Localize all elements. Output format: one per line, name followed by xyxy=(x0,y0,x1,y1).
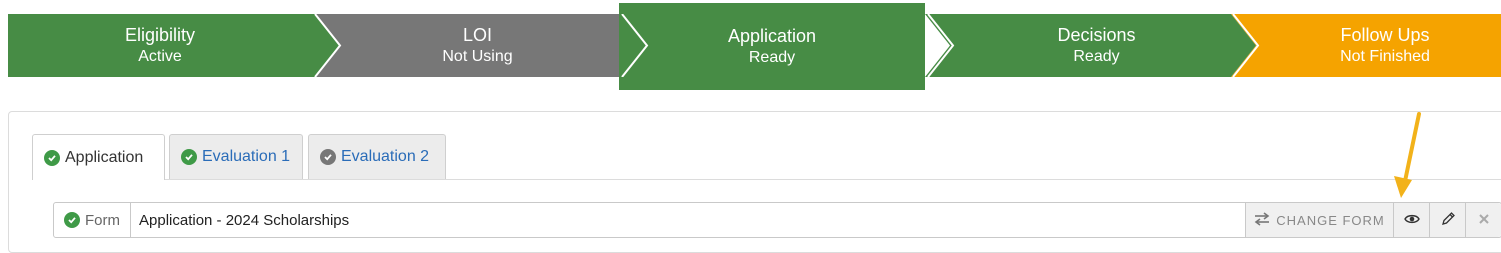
stage-status: Active xyxy=(138,47,182,65)
form-name: Application - 2024 Scholarships xyxy=(139,211,350,229)
stage-status: Not Finished xyxy=(1340,47,1430,65)
stage-status: Ready xyxy=(748,48,796,66)
eye-icon xyxy=(1403,213,1420,228)
form-selector: Form Application - 2024 Scholarships CHA… xyxy=(53,202,1501,238)
check-circle-icon xyxy=(181,149,197,165)
tab-label: Evaluation 2 xyxy=(341,148,430,165)
remove-form-button[interactable] xyxy=(1465,203,1501,237)
close-icon xyxy=(1478,213,1490,228)
stage-decisions[interactable]: Decisions Ready xyxy=(925,14,1256,77)
tab-label: Evaluation 1 xyxy=(202,148,291,165)
edit-form-button[interactable] xyxy=(1429,203,1465,237)
process-stages: Eligibility Active LOI Not Using Applica… xyxy=(0,0,1501,92)
check-circle-icon xyxy=(64,212,80,228)
tab-evaluation-2[interactable]: Evaluation 2 xyxy=(308,134,446,179)
check-circle-icon xyxy=(320,149,336,165)
check-circle-icon xyxy=(44,149,60,166)
form-addon: Form xyxy=(54,203,131,237)
stage-title: LOI xyxy=(462,24,492,45)
tab-label: Application xyxy=(65,148,144,166)
stage-loi[interactable]: LOI Not Using xyxy=(315,14,648,77)
tab-divider xyxy=(32,179,1501,180)
exchange-icon xyxy=(1254,211,1270,229)
change-form-label: CHANGE FORM xyxy=(1276,212,1385,228)
stage-eligibility[interactable]: Eligibility Active xyxy=(8,14,340,77)
view-form-button[interactable] xyxy=(1393,203,1429,237)
stage-title: Decisions xyxy=(1057,24,1136,45)
stage-application[interactable]: Application Ready xyxy=(619,3,925,90)
stage-title: Application xyxy=(727,25,817,46)
stage-title: Follow Ups xyxy=(1340,24,1430,45)
change-form-button[interactable]: CHANGE FORM xyxy=(1245,203,1393,237)
stage-status: Ready xyxy=(1073,47,1120,65)
stage-status: Not Using xyxy=(442,47,513,65)
annotation-arrow-icon xyxy=(1394,112,1421,198)
tab-evaluation-1[interactable]: Evaluation 1 xyxy=(169,134,303,179)
stage-follow-ups[interactable]: Follow Ups Not Finished xyxy=(1231,14,1501,77)
pencil-icon xyxy=(1440,211,1456,230)
tab-application[interactable]: Application xyxy=(32,134,165,180)
form-addon-label: Form xyxy=(85,211,120,229)
stage-title: Eligibility xyxy=(124,24,196,45)
